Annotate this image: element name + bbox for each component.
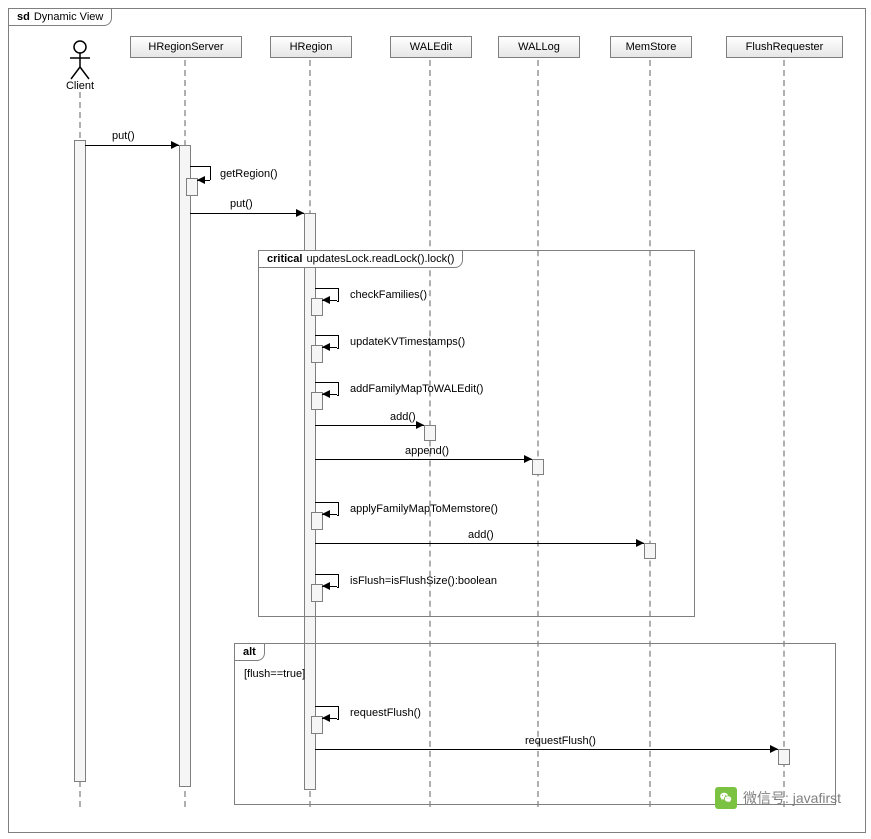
- diagram-name: Dynamic View: [34, 11, 104, 23]
- participant-label: WALEdit: [410, 41, 452, 53]
- actor-client: Client: [55, 40, 105, 92]
- participant-label: HRegion: [290, 41, 333, 53]
- msg-isflush: isFlush=isFlushSize():boolean: [350, 575, 497, 587]
- arrow: [315, 749, 778, 750]
- participant-label: FlushRequester: [746, 41, 824, 53]
- msg-reqflush1: requestFlush(): [350, 707, 421, 719]
- arrow: [315, 382, 337, 383]
- msg-put2: put(): [230, 198, 253, 210]
- participant-label: MemStore: [626, 41, 677, 53]
- arrow: [315, 543, 644, 544]
- participant-hrs: HRegionServer: [130, 36, 242, 58]
- msg-updatekv: updateKVTimestamps(): [350, 336, 465, 348]
- msg-addfamilywal: addFamilyMapToWALEdit(): [350, 383, 483, 395]
- msg-reqflush2: requestFlush(): [525, 735, 596, 747]
- arrow: [190, 213, 304, 214]
- arrow-head: [296, 209, 304, 217]
- arrow: [315, 288, 337, 289]
- arrow: [315, 706, 337, 707]
- alt-guard: [flush==true]: [244, 668, 305, 680]
- participant-memstore: MemStore: [610, 36, 692, 58]
- arrow-head: [636, 539, 644, 547]
- arrow: [190, 166, 210, 167]
- arrow: [315, 574, 337, 575]
- msg-put1: put(): [112, 130, 135, 142]
- arrow-head: [322, 582, 330, 590]
- participant-flush: FlushRequester: [726, 36, 843, 58]
- selfcall: [337, 706, 339, 720]
- critical-guard: updatesLock.readLock().lock(): [306, 253, 454, 265]
- alt-frame: alt: [234, 643, 836, 805]
- critical-frame: critical updatesLock.readLock().lock(): [258, 250, 695, 617]
- wechat-icon: [715, 787, 737, 809]
- msg-applyfamilymem: applyFamilyMapToMemstore(): [350, 503, 498, 515]
- msg-checkfamilies: checkFamilies(): [350, 289, 427, 301]
- participant-hr: HRegion: [270, 36, 352, 58]
- arrow-head: [322, 343, 330, 351]
- watermark-text: 微信号: javafirst: [743, 788, 841, 808]
- selfcall: [337, 574, 339, 588]
- participant-waledit: WALEdit: [390, 36, 472, 58]
- participant-label: WALLog: [518, 41, 560, 53]
- participant-label: HRegionServer: [148, 41, 223, 53]
- msg-append: append(): [405, 445, 449, 457]
- arrow-head: [322, 296, 330, 304]
- selfcall: [337, 288, 339, 302]
- critical-op: critical: [267, 253, 302, 265]
- msg-getregion: getRegion(): [220, 168, 277, 180]
- msg-add2: add(): [468, 529, 494, 541]
- arrow-head: [524, 455, 532, 463]
- selfcall: [337, 382, 339, 396]
- critical-title: critical updatesLock.readLock().lock(): [258, 250, 463, 268]
- arrow-head: [322, 510, 330, 518]
- arrow: [315, 425, 424, 426]
- arrow: [315, 459, 532, 460]
- arrow-head: [197, 176, 205, 184]
- actor-icon: [68, 40, 92, 80]
- arrow: [85, 145, 179, 146]
- arrow: [315, 502, 337, 503]
- participant-wallog: WALLog: [498, 36, 580, 58]
- diagram-title: sd Dynamic View: [8, 8, 112, 26]
- arrow-head: [770, 745, 778, 753]
- msg-add1: add(): [390, 411, 416, 423]
- alt-title: alt: [234, 643, 265, 661]
- activation-client: [74, 140, 86, 782]
- diagram-op: sd: [17, 11, 30, 23]
- watermark: 微信号: javafirst: [715, 787, 841, 809]
- alt-op: alt: [243, 646, 256, 658]
- arrow-head: [322, 390, 330, 398]
- arrow-head: [322, 714, 330, 722]
- arrow-head: [416, 421, 424, 429]
- selfcall: [337, 335, 339, 349]
- arrow-head: [171, 141, 179, 149]
- selfcall: [337, 502, 339, 516]
- activation-hrs: [179, 145, 191, 787]
- arrow: [315, 335, 337, 336]
- actor-label: Client: [55, 80, 105, 92]
